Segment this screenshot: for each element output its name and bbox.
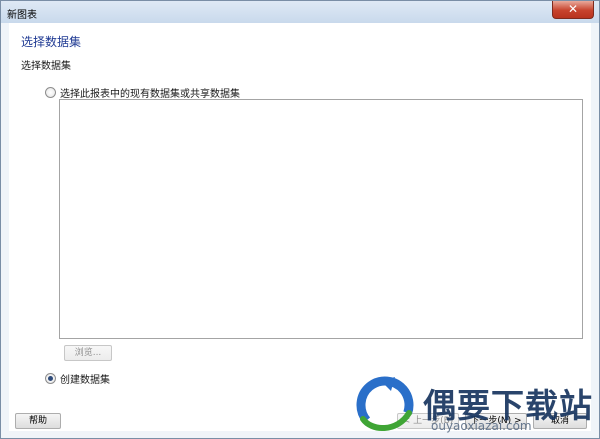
close-button[interactable]: ✕ xyxy=(552,1,594,19)
window-title: 新图表 xyxy=(7,10,37,21)
existing-dataset-label[interactable]: 选择此报表中的现有数据集或共享数据集 xyxy=(60,85,240,100)
create-dataset-label[interactable]: 创建数据集 xyxy=(60,371,110,386)
wizard-page: 选择数据集 选择数据集 选择此报表中的现有数据集或共享数据集 浏览... 创建数… xyxy=(9,23,591,431)
wizard-window: 新图表 ✕ 选择数据集 选择数据集 选择此报表中的现有数据集或共享数据集 浏览.… xyxy=(0,0,600,439)
section-label: 选择数据集 xyxy=(21,61,71,72)
close-icon: ✕ xyxy=(567,2,579,16)
watermark-url: ouyaoxiazai.com xyxy=(431,419,532,433)
existing-dataset-radio[interactable] xyxy=(45,87,56,98)
page-title: 选择数据集 xyxy=(21,35,82,49)
dataset-list[interactable] xyxy=(59,99,583,339)
create-dataset-radio[interactable] xyxy=(45,373,56,384)
title-bar[interactable]: 新图表 ✕ xyxy=(1,1,599,23)
watermark-logo-icon xyxy=(356,376,414,434)
browse-button[interactable]: 浏览... xyxy=(64,345,112,361)
help-button[interactable]: 帮助 xyxy=(15,413,61,429)
